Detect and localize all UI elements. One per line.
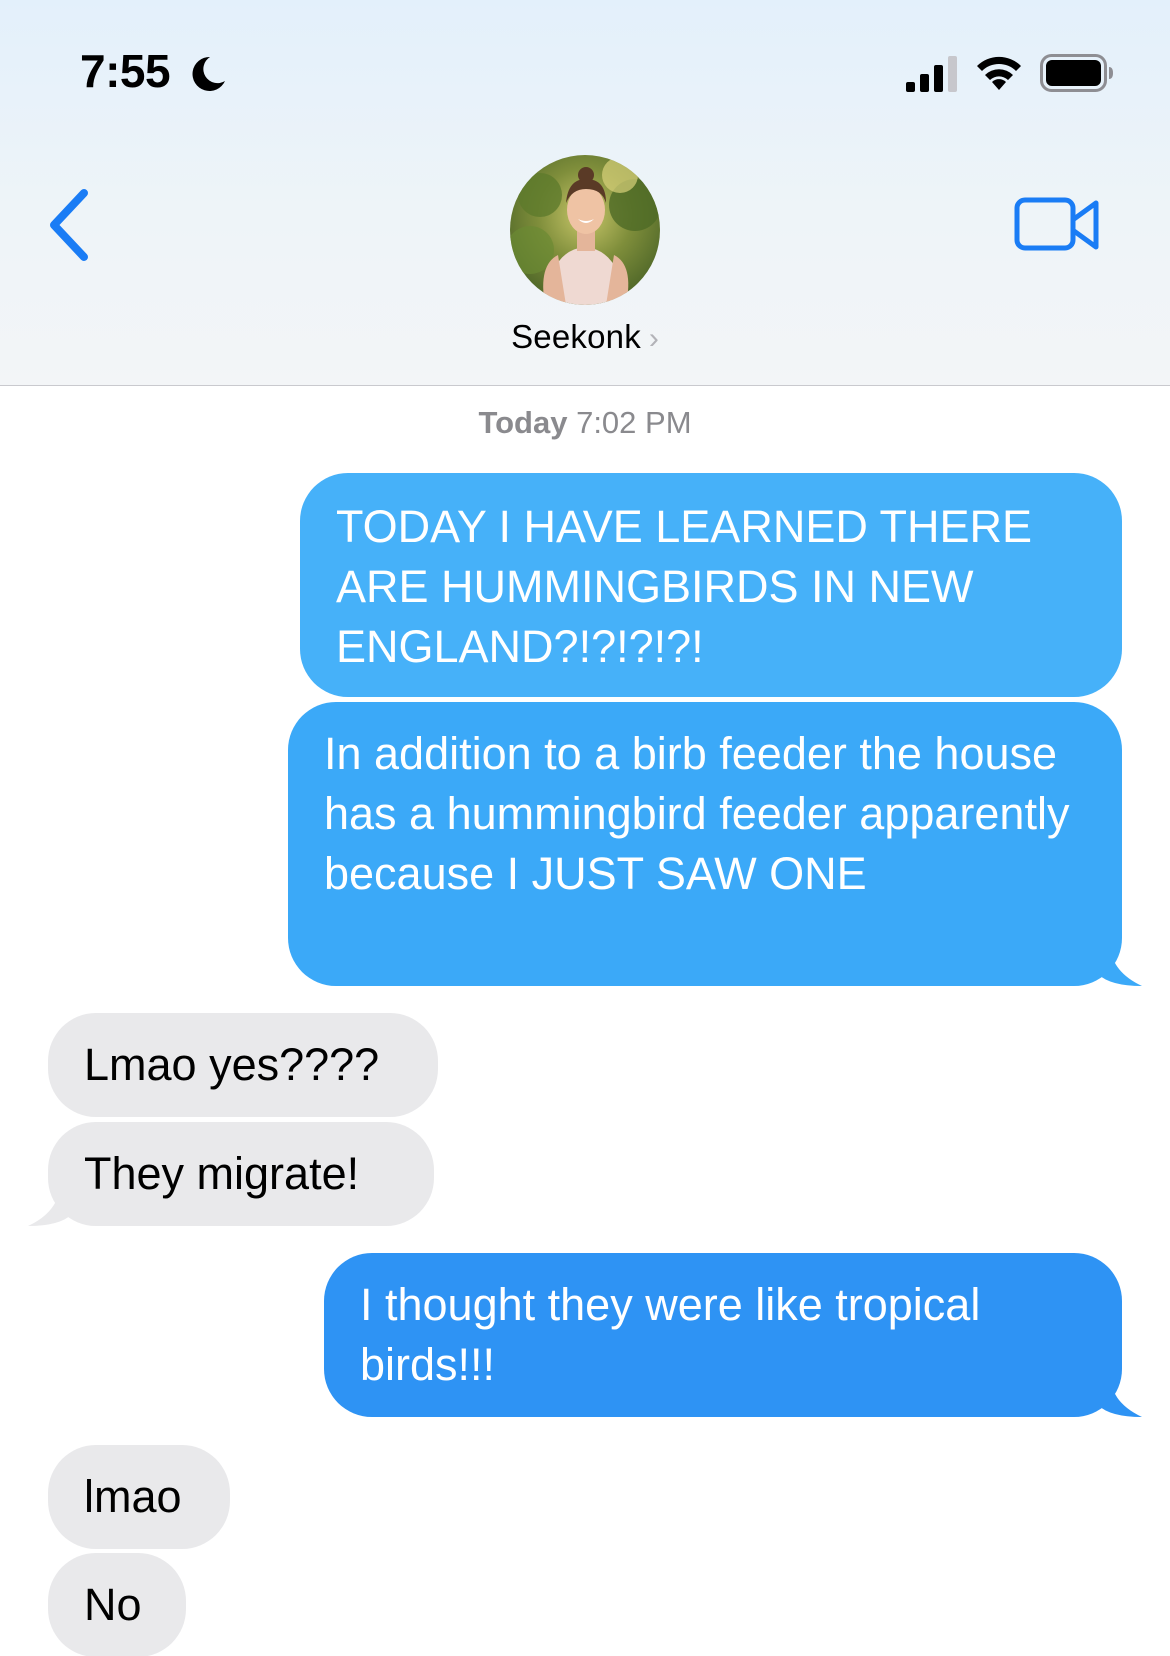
messages-screen: 7:55 Seekonk › Today 7:02 PM TODAY I HAV… (0, 0, 1170, 1656)
timestamp-time: 7:02 PM (576, 405, 692, 440)
sent-message-bubble[interactable]: In addition to a birb feeder the house h… (288, 702, 1142, 986)
message-text: In addition to a birb feeder the house h… (324, 728, 1070, 899)
chevron-right-icon: › (648, 322, 659, 355)
bubble-tail (1098, 946, 1142, 986)
moon-icon (192, 56, 225, 91)
bubble-tail (28, 1186, 72, 1226)
timestamp-day: Today (478, 405, 568, 440)
received-message-bubble[interactable]: Lmao yes???? (48, 1013, 438, 1117)
sent-message-bubble[interactable]: TODAY I HAVE LEARNED THERE ARE HUMMINGBI… (300, 473, 1122, 697)
message-text: TODAY I HAVE LEARNED THERE ARE HUMMINGBI… (336, 501, 1033, 672)
status-bar-time: 7:55 (80, 45, 171, 97)
conversation-timestamp: Today 7:02 PM (0, 405, 1170, 441)
contact-name: Seekonk (511, 318, 641, 355)
message-text: They migrate! (84, 1148, 360, 1199)
wifi-icon (977, 56, 1021, 90)
facetime-video-button[interactable] (1014, 195, 1100, 255)
received-message-bubble[interactable]: lmao (48, 1445, 230, 1549)
contact-name-button[interactable]: Seekonk › (0, 318, 1170, 356)
back-button[interactable] (40, 185, 100, 265)
contact-avatar[interactable] (510, 155, 660, 305)
bubble-tail (1098, 1377, 1142, 1417)
received-message-bubble[interactable]: They migrate! (28, 1122, 434, 1226)
cellular-signal-icon (906, 56, 957, 92)
conversation-header: 7:55 Seekonk › (0, 0, 1170, 386)
avatar-photo (510, 155, 660, 305)
battery-icon (1040, 54, 1113, 92)
message-text: No (84, 1579, 142, 1630)
message-text: Lmao yes???? (84, 1039, 380, 1090)
sent-message-bubble[interactable]: I thought they were like tropical birds!… (324, 1253, 1142, 1417)
message-text: lmao (84, 1471, 182, 1522)
message-text: I thought they were like tropical birds!… (360, 1279, 981, 1390)
received-message-bubble[interactable]: No (48, 1553, 186, 1656)
